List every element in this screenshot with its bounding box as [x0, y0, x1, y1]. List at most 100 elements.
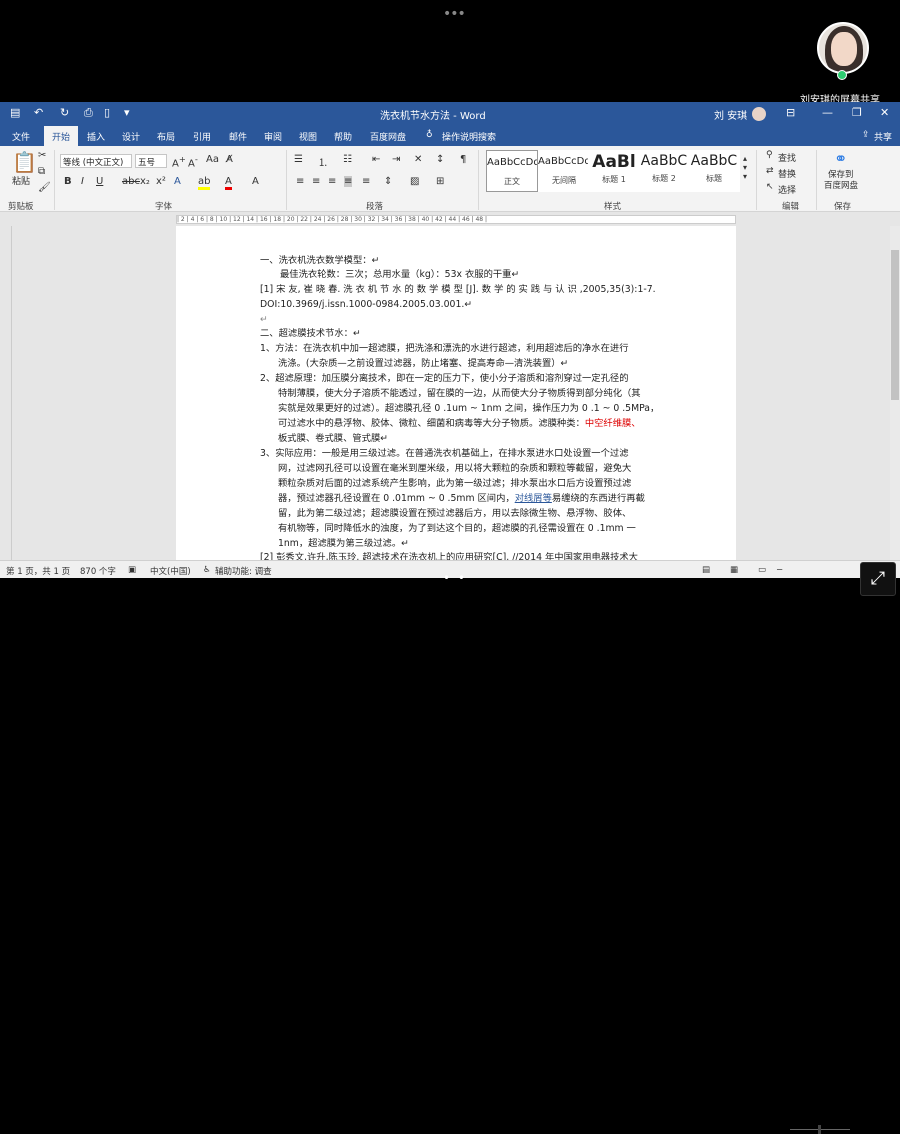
share-button[interactable]: 共享: [874, 130, 892, 143]
line-spacing-icon[interactable]: ⇕: [384, 176, 392, 187]
user-name[interactable]: 刘 安琪: [714, 107, 747, 122]
select-icon[interactable]: ↖: [766, 182, 774, 192]
subscript-button[interactable]: x₂: [140, 176, 150, 187]
grow-font-icon[interactable]: A+: [172, 154, 186, 169]
align-right-icon[interactable]: ≡: [328, 176, 336, 187]
underline-button[interactable]: U: [96, 176, 103, 187]
cut-icon[interactable]: ✂: [38, 150, 46, 161]
align-left-icon[interactable]: ≡: [296, 176, 304, 187]
tab-home[interactable]: 开始: [44, 126, 79, 146]
replace-button[interactable]: 替换: [778, 167, 796, 180]
font-size-select[interactable]: 五号: [135, 154, 167, 168]
clear-format-icon[interactable]: A̸: [226, 154, 233, 165]
fullscreen-icon[interactable]: ⤢: [860, 562, 896, 596]
superscript-button[interactable]: x²: [156, 176, 166, 187]
divider: [816, 150, 817, 210]
decrease-indent-icon[interactable]: ⇤: [372, 154, 380, 165]
read-mode-icon[interactable]: ▤: [702, 565, 710, 575]
page-indicator[interactable]: • •: [443, 571, 467, 585]
undo-icon[interactable]: ↶: [34, 106, 43, 119]
tab-view[interactable]: 视图: [299, 130, 317, 143]
bullets-icon[interactable]: ☰: [294, 154, 303, 165]
divider: [54, 150, 55, 210]
tab-review[interactable]: 审阅: [264, 130, 282, 143]
new-doc-icon[interactable]: ▯: [104, 106, 110, 119]
user-avatar-icon[interactable]: [752, 107, 766, 121]
char-shading-icon[interactable]: A: [252, 176, 259, 187]
doc-line: 最佳洗衣轮数：三次；总用水量（kg）：53x 衣服的干重↵: [280, 269, 520, 280]
redo-icon[interactable]: ↻: [60, 106, 69, 119]
doc-line: 3、实际应用：一般是用三级过滤。在普通洗衣机基础上，在排水泵进水口处设置一个过滤: [260, 448, 629, 459]
tab-layout[interactable]: 布局: [157, 130, 175, 143]
customize-qat-icon[interactable]: ▾: [124, 106, 130, 119]
shrink-font-icon[interactable]: A-: [188, 154, 198, 169]
scrollbar-thumb[interactable]: [891, 250, 899, 400]
print-preview-icon[interactable]: ⎙: [84, 106, 93, 120]
zoom-slider-handle[interactable]: [818, 1125, 821, 1134]
format-painter-icon[interactable]: 🖌: [38, 182, 51, 193]
print-layout-icon[interactable]: ▦: [730, 565, 738, 575]
more-options-icon[interactable]: •••: [443, 6, 466, 22]
chinese-layout-icon[interactable]: ✕: [414, 154, 422, 165]
autosave-icon[interactable]: ▤: [10, 106, 20, 119]
find-button[interactable]: 查找: [778, 151, 796, 164]
bold-button[interactable]: B: [64, 176, 72, 187]
zoom-out-icon[interactable]: −: [776, 565, 783, 575]
restore-icon[interactable]: ❐: [852, 106, 862, 119]
accessibility-status[interactable]: 辅助功能: 调查: [215, 565, 272, 577]
paste-button[interactable]: 粘贴: [12, 174, 30, 187]
paste-icon[interactable]: 📋: [12, 150, 37, 174]
font-color-icon[interactable]: A: [225, 176, 232, 190]
save-to-baidu-button-line2[interactable]: 百度网盘: [824, 179, 858, 191]
tab-help[interactable]: 帮助: [334, 130, 352, 143]
numbering-icon[interactable]: ⒈: [318, 154, 328, 169]
distributed-icon[interactable]: ≡: [362, 176, 370, 187]
italic-button[interactable]: I: [81, 176, 84, 187]
close-icon[interactable]: ✕: [880, 106, 889, 119]
show-marks-icon[interactable]: ¶: [460, 154, 466, 165]
select-button[interactable]: 选择: [778, 183, 796, 196]
baidu-pan-icon[interactable]: ⚭: [834, 149, 847, 168]
font-name-select[interactable]: 等线 (中文正文): [60, 154, 132, 168]
tab-insert[interactable]: 插入: [87, 130, 105, 143]
vertical-ruler[interactable]: [0, 226, 12, 560]
style-heading-1[interactable]: AaBl 标题 1: [588, 150, 640, 192]
proofing-icon[interactable]: ▣: [128, 565, 136, 575]
tab-mailings[interactable]: 邮件: [229, 130, 247, 143]
align-center-icon[interactable]: ≡: [312, 176, 320, 187]
tab-baidu-pan[interactable]: 百度网盘: [370, 130, 406, 143]
replace-icon[interactable]: ⇄: [766, 166, 774, 176]
highlight-icon[interactable]: ab: [198, 176, 211, 190]
tab-references[interactable]: 引用: [193, 130, 211, 143]
justify-icon[interactable]: ≡: [344, 176, 353, 187]
style-heading-2[interactable]: AaBbC 标题 2: [638, 150, 690, 192]
divider: [478, 150, 479, 210]
document-page[interactable]: 一、洗衣机洗衣数学模型：↵ 最佳洗衣轮数：三次；总用水量（kg）：53x 衣服的…: [176, 226, 736, 560]
text-effects-icon[interactable]: A: [174, 176, 181, 187]
ribbon-display-icon[interactable]: ⊟: [786, 106, 795, 119]
tab-file[interactable]: 文件: [12, 130, 30, 143]
doc-line: 留，此为第二级过滤；超滤膜设置在预过滤器后方，用以去除微生物、悬浮物、胶体、: [278, 508, 632, 519]
shading-icon[interactable]: ▨: [410, 176, 419, 187]
minimize-icon[interactable]: —: [822, 106, 833, 119]
language[interactable]: 中文(中国): [150, 565, 191, 577]
tab-design[interactable]: 设计: [122, 130, 140, 143]
increase-indent-icon[interactable]: ⇥: [392, 154, 400, 165]
copy-icon[interactable]: ⧉: [38, 166, 45, 177]
style-normal[interactable]: AaBbCcDd 正文: [486, 150, 538, 192]
find-icon[interactable]: ⚲: [766, 150, 773, 160]
ribbon-home: 📋 粘贴 ✂ ⧉ 🖌 剪贴板 等线 (中文正文) 五号 A+ A- Aa A̸ …: [0, 146, 900, 212]
sort-icon[interactable]: ↕: [436, 154, 444, 165]
horizontal-ruler[interactable]: | 2 | 4 | 6 | 8 | 10 | 12 | 14 | 16 | 18…: [176, 215, 736, 224]
change-case-icon[interactable]: Aa: [206, 154, 219, 165]
style-no-spacing[interactable]: AaBbCcDd 无间隔: [538, 150, 590, 192]
strikethrough-button[interactable]: abc: [122, 176, 140, 187]
multilevel-list-icon[interactable]: ☷: [343, 154, 352, 165]
word-count[interactable]: 870 个字: [80, 565, 116, 577]
web-layout-icon[interactable]: ▭: [758, 565, 766, 575]
tell-me-search[interactable]: 操作说明搜索: [442, 130, 496, 143]
page-count[interactable]: 第 1 页，共 1 页: [6, 565, 70, 577]
style-title[interactable]: AaBbC 标题: [688, 150, 740, 192]
styles-scroll-icon[interactable]: ▴ ▾ ▾: [743, 154, 747, 181]
borders-icon[interactable]: ⊞: [436, 176, 444, 187]
